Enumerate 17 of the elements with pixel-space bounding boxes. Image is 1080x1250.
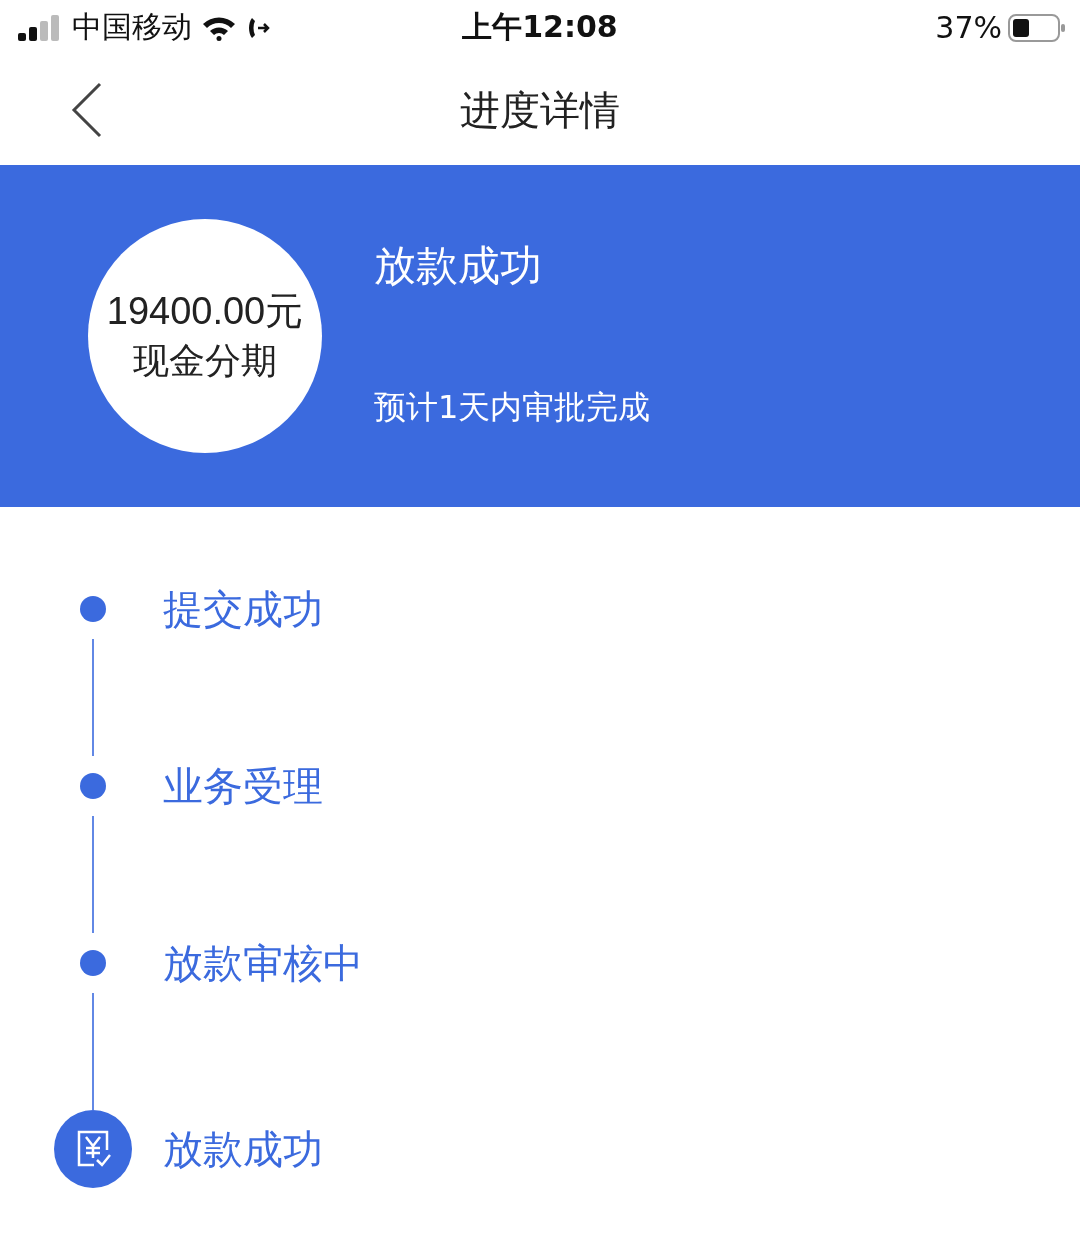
battery-icon [1008, 13, 1066, 42]
page-title: 进度详情 [460, 85, 620, 135]
status-note: 预计1天内审批完成 [374, 387, 651, 428]
clock-time: 上午12:08 [461, 8, 619, 46]
step-title: 提交成功 [163, 585, 323, 634]
carrier-name: 中国移动 [72, 8, 192, 46]
loan-amount: 19400.00元 [106, 289, 304, 334]
step-title: 放款成功 [163, 1125, 323, 1174]
step-title: 放款审核中 [163, 939, 363, 988]
step-dot [80, 950, 106, 976]
battery-percent: 37% [935, 10, 1002, 45]
step-dot [80, 773, 106, 799]
signal-icon [18, 14, 62, 41]
step-title: 业务受理 [163, 762, 323, 811]
product-name: 现金分期 [133, 339, 277, 383]
step-dot [80, 596, 106, 622]
status-title: 放款成功 [374, 240, 543, 292]
